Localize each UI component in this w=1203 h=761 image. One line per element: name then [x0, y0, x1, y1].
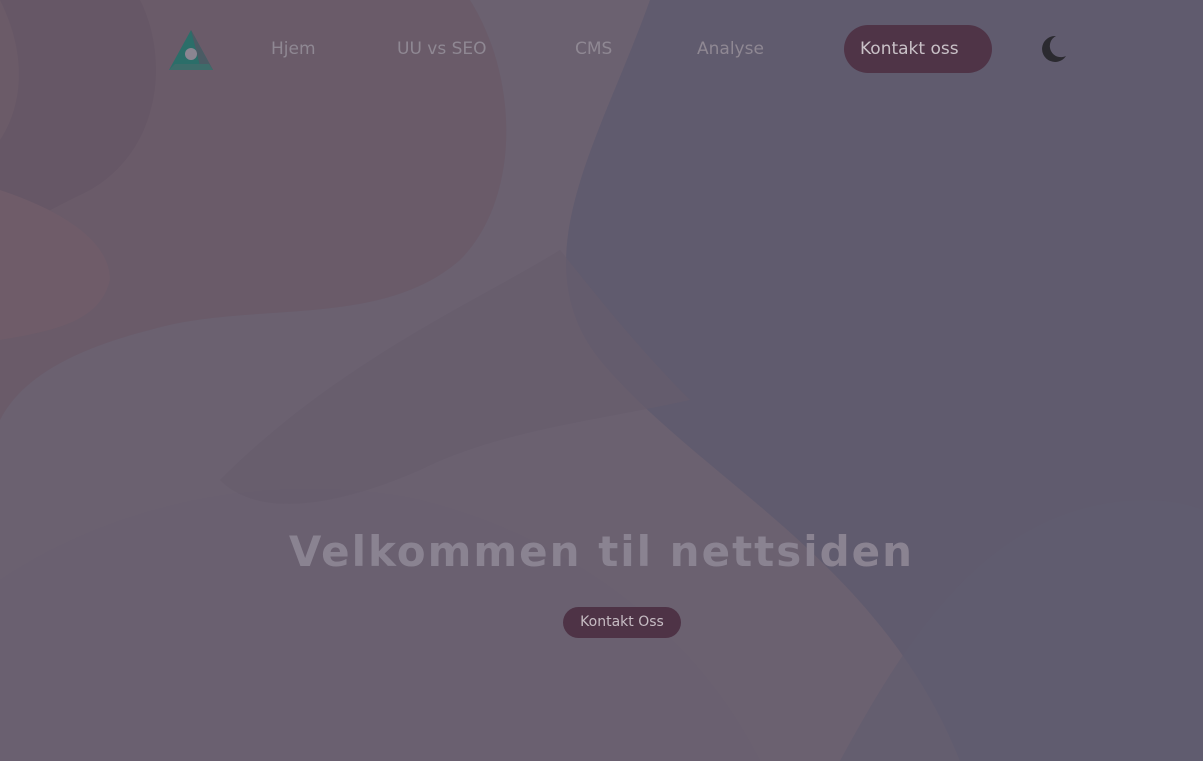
- nav-link-cms[interactable]: CMS: [575, 36, 612, 62]
- nav-link-hjem[interactable]: Hjem: [271, 36, 316, 62]
- contact-button[interactable]: Kontakt oss: [844, 25, 992, 73]
- hero-title: Velkommen til nettsiden: [288, 527, 915, 576]
- nav-link-analyse[interactable]: Analyse: [697, 36, 764, 62]
- background-waves: [0, 0, 1203, 761]
- moon-icon[interactable]: [1038, 34, 1068, 64]
- hero-contact-button[interactable]: Kontakt Oss: [563, 607, 681, 638]
- nav-link-uu-vs-seo[interactable]: UU vs SEO: [397, 36, 487, 62]
- triangle-logo-icon[interactable]: [165, 26, 217, 74]
- top-navigation: Hjem UU vs SEO CMS Analyse Kontakt oss: [0, 0, 1203, 96]
